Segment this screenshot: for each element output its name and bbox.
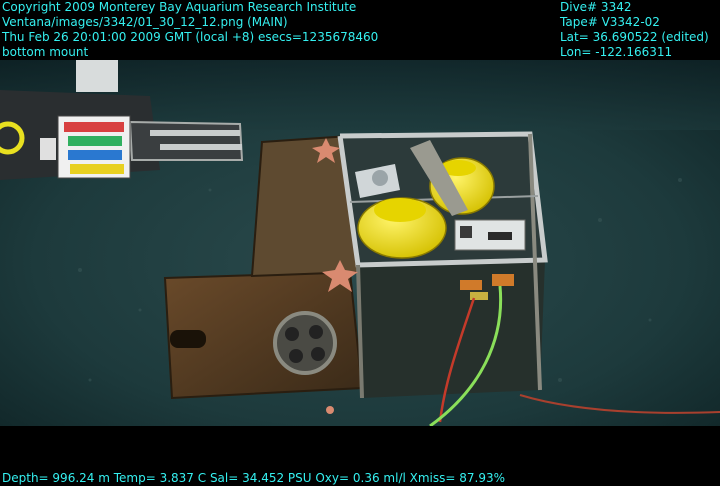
dive-info: Dive# 3342 Tape# V3342-02 Lat= 36.690522… (560, 0, 709, 60)
copyright-line: Copyright 2009 Monterey Bay Aquarium Res… (2, 0, 357, 14)
latitude: Lat= 36.690522 (edited) (560, 30, 709, 44)
sensor-readout: Depth= 996.24 m Temp= 3.837 C Sal= 34.45… (2, 471, 506, 485)
timestamp-line: Thu Feb 26 20:01:00 2009 GMT (local +8) … (2, 30, 379, 44)
video-header-info: Copyright 2009 Monterey Bay Aquarium Res… (2, 0, 378, 60)
tape-number: Tape# V3342-02 (560, 15, 660, 29)
dive-number: Dive# 3342 (560, 0, 632, 14)
image-path-line: Ventana/images/3342/01_30_12_12.png (MAI… (2, 15, 288, 29)
longitude: Lon= -122.166311 (560, 45, 673, 59)
camera-mount-line: bottom mount (2, 45, 89, 59)
seafloor-scene (0, 60, 720, 426)
video-frame: Copyright 2009 Monterey Bay Aquarium Res… (0, 0, 720, 486)
rusty-lid-plate (163, 270, 364, 400)
